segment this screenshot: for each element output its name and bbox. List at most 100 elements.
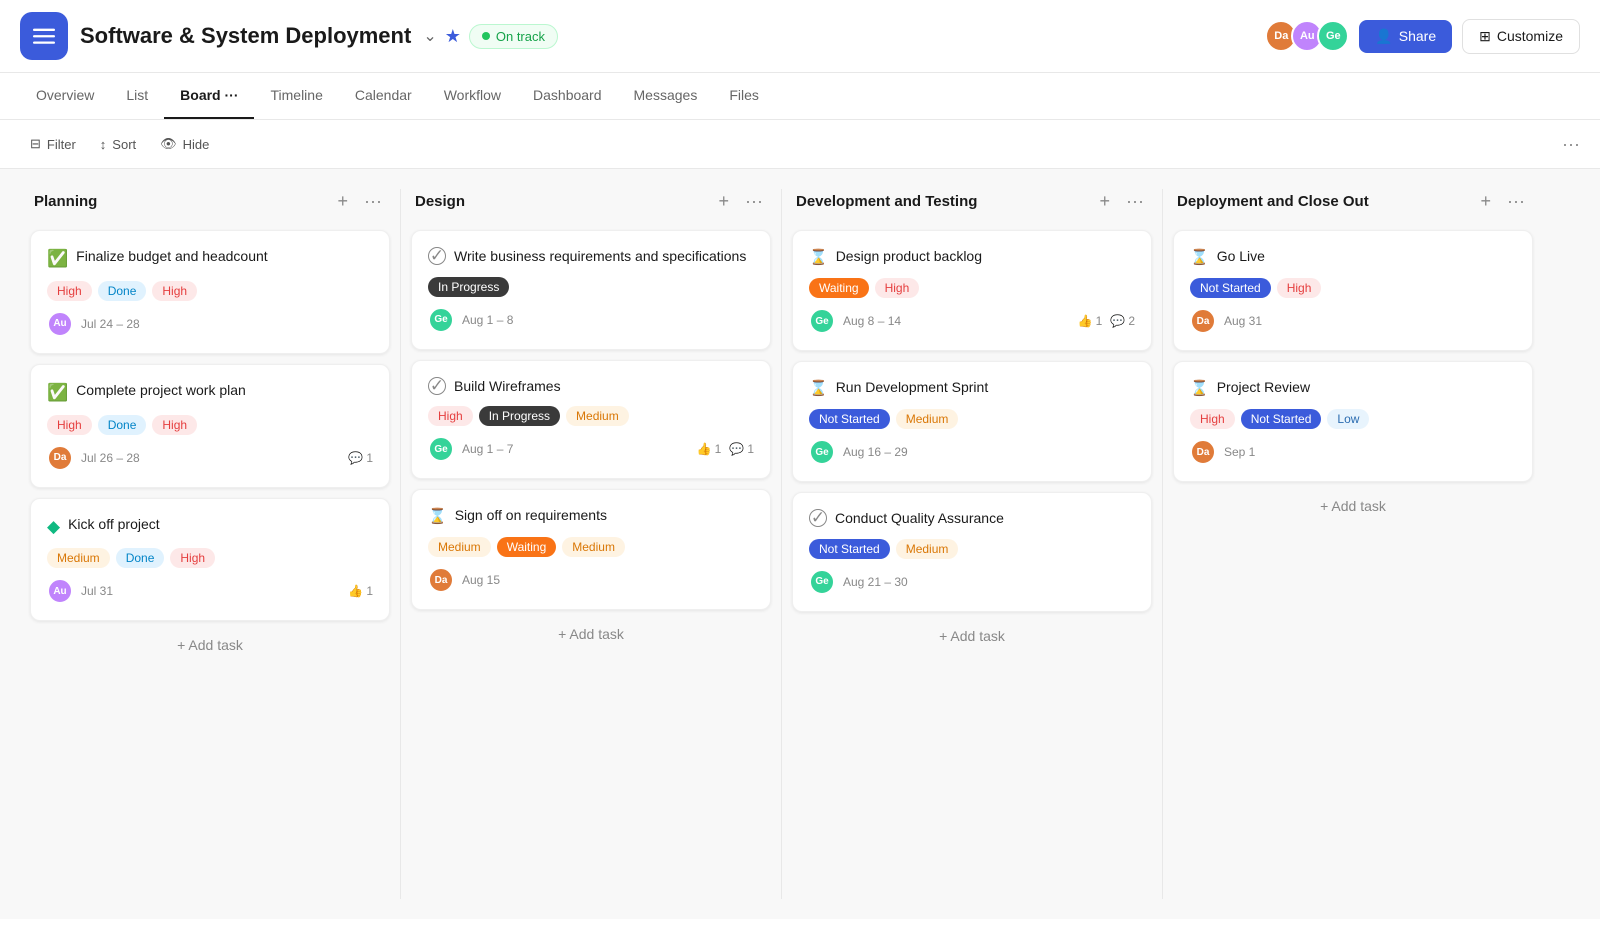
tag-high-p3-2: High — [170, 548, 215, 568]
add-task-planning[interactable]: + Add task — [30, 627, 390, 663]
tag-high-dep2-0: High — [1190, 409, 1235, 429]
tab-dashboard[interactable]: Dashboard — [517, 73, 618, 119]
avatar-ge[interactable]: Ge — [1317, 20, 1349, 52]
add-task-dev-testing[interactable]: + Add task — [792, 618, 1152, 654]
circle-check-icon: ✓ — [809, 509, 827, 527]
card-meta-p2: 💬 1 — [348, 451, 373, 465]
tag-medium-d2-2: Medium — [566, 406, 629, 426]
comment-icon: 💬 — [348, 451, 363, 465]
status-label: On track — [496, 29, 545, 44]
tag-done-p3-1: Done — [116, 548, 165, 568]
share-icon: 👤 — [1375, 28, 1392, 45]
card-d3[interactable]: ⌛Sign off on requirementsMediumWaitingMe… — [411, 489, 771, 610]
card-dep1[interactable]: ⌛Go Live Not StartedHigh DaAug 31 — [1173, 230, 1533, 351]
card-title-d3: ⌛Sign off on requirements — [428, 506, 754, 527]
card-likes-dt1: 👍 1 — [1078, 314, 1103, 328]
card-title-p2: ✅Complete project work plan — [47, 381, 373, 405]
status-badge[interactable]: On track — [469, 24, 558, 49]
column-more-dev-testing[interactable]: ··· — [1122, 189, 1148, 214]
menu-button[interactable] — [20, 12, 68, 60]
tab-board[interactable]: Board ··· — [164, 73, 254, 119]
tab-messages[interactable]: Messages — [618, 73, 714, 119]
card-avatar-dt2: Ge — [809, 439, 835, 465]
tag-medium-d3-2: Medium — [562, 537, 625, 557]
title-actions: ⌄ ★ On track — [423, 24, 558, 49]
add-task-deployment[interactable]: + Add task — [1173, 488, 1533, 524]
more-options-button[interactable]: ··· — [1562, 134, 1580, 155]
add-task-design[interactable]: + Add task — [411, 616, 771, 652]
card-footer-d2: GeAug 1 – 7👍 1💬 1 — [428, 436, 754, 462]
star-icon[interactable]: ★ — [445, 26, 461, 47]
card-tags-p2: HighDoneHigh — [47, 415, 373, 435]
card-d1[interactable]: ✓Write business requirements and specifi… — [411, 230, 771, 350]
card-title-text-d1: Write business requirements and specific… — [454, 247, 746, 267]
card-footer-dep1: DaAug 31 — [1190, 308, 1516, 334]
card-title-dep1: ⌛Go Live — [1190, 247, 1516, 268]
tag-medium-d3-0: Medium — [428, 537, 491, 557]
comment-icon: 💬 — [1110, 314, 1125, 328]
tab-workflow[interactable]: Workflow — [428, 73, 517, 119]
card-avatar-dep2: Da — [1190, 439, 1216, 465]
sort-button[interactable]: ↕ Sort — [90, 131, 146, 158]
customize-button[interactable]: ⊞ Customize — [1462, 19, 1580, 54]
tag-high-dep1-1: High — [1277, 278, 1322, 298]
card-avatar-dep1: Da — [1190, 308, 1216, 334]
card-footer-d1: Ge Aug 1 – 8 — [428, 307, 754, 333]
card-date-p3: Jul 31 — [81, 584, 113, 598]
chevron-down-icon[interactable]: ⌄ — [423, 26, 436, 46]
hide-button[interactable]: 👁 Hide — [150, 130, 219, 158]
tag-high-d2-0: High — [428, 406, 473, 426]
card-title-p3: ◆Kick off project — [47, 515, 373, 539]
card-avatar-dt3: Ge — [809, 569, 835, 595]
column-header-deployment: Deployment and Close Out + ··· — [1173, 189, 1533, 214]
column-add-deployment[interactable]: + — [1477, 189, 1496, 214]
hourglass-icon: ⌛ — [1190, 378, 1209, 399]
column-more-deployment[interactable]: ··· — [1503, 189, 1529, 214]
card-avatar-p3: Au — [47, 578, 73, 604]
circle-check-icon: ✓ — [428, 377, 446, 395]
card-comments-dt1: 💬 2 — [1110, 314, 1135, 328]
card-avatar-dt1: Ge — [809, 308, 835, 334]
card-avatar-d1: Ge — [428, 307, 454, 333]
card-date-d1: Aug 1 – 8 — [462, 313, 513, 327]
card-meta-dt1: 👍 1 💬 2 — [1078, 314, 1135, 328]
tab-list[interactable]: List — [110, 73, 164, 119]
card-p1[interactable]: ✅Finalize budget and headcountHighDoneHi… — [30, 230, 390, 354]
column-add-planning[interactable]: + — [334, 189, 353, 214]
card-dt2[interactable]: ⌛Run Development SprintNot StartedMedium… — [792, 361, 1152, 482]
card-tags-dep1: Not StartedHigh — [1190, 278, 1516, 298]
tag-done-p2-1: Done — [98, 415, 147, 435]
tag-in-progress-d2-1: In Progress — [479, 406, 560, 426]
card-likes-d2: 👍 1 — [697, 442, 722, 456]
card-dt3[interactable]: ✓Conduct Quality AssuranceNot StartedMed… — [792, 492, 1152, 612]
column-header-planning: Planning + ··· — [30, 189, 390, 214]
card-dt1[interactable]: ⌛Design product backlogWaitingHighGeAug … — [792, 230, 1152, 351]
card-dep2[interactable]: ⌛Project ReviewHighNot StartedLowDaSep 1 — [1173, 361, 1533, 482]
card-title-text-d3: Sign off on requirements — [455, 506, 607, 526]
card-p3[interactable]: ◆Kick off projectMediumDoneHighAuJul 31👍… — [30, 498, 390, 622]
card-footer-dt3: Ge Aug 21 – 30 — [809, 569, 1135, 595]
tag-low-dep2-2: Low — [1327, 409, 1369, 429]
column-add-design[interactable]: + — [715, 189, 734, 214]
tab-files[interactable]: Files — [713, 73, 775, 119]
card-avatar-p2: Da — [47, 445, 73, 471]
tab-timeline[interactable]: Timeline — [254, 73, 338, 119]
column-more-planning[interactable]: ··· — [360, 189, 386, 214]
filter-button[interactable]: ⊟ Filter — [20, 130, 86, 158]
card-date-dt3: Aug 21 – 30 — [843, 575, 908, 589]
card-title-text-dep1: Go Live — [1217, 247, 1265, 267]
check-circle-green-icon: ✅ — [47, 381, 68, 405]
column-add-dev-testing[interactable]: + — [1096, 189, 1115, 214]
cards-design: ✓ Write business requirements and specifi… — [411, 230, 771, 610]
cards-planning: ✅Finalize budget and headcountHighDoneHi… — [30, 230, 390, 621]
tab-calendar[interactable]: Calendar — [339, 73, 428, 119]
card-d2[interactable]: ✓Build WireframesHighIn ProgressMediumGe… — [411, 360, 771, 480]
tab-overview[interactable]: Overview — [20, 73, 110, 119]
card-title-text-dt1: Design product backlog — [836, 247, 982, 267]
hourglass-icon: ⌛ — [809, 247, 828, 268]
card-p2[interactable]: ✅Complete project work planHighDoneHighD… — [30, 364, 390, 488]
status-dot — [482, 32, 490, 40]
share-button[interactable]: 👤 Share — [1359, 20, 1452, 53]
card-avatar-d3: Da — [428, 567, 454, 593]
column-more-design[interactable]: ··· — [741, 189, 767, 214]
